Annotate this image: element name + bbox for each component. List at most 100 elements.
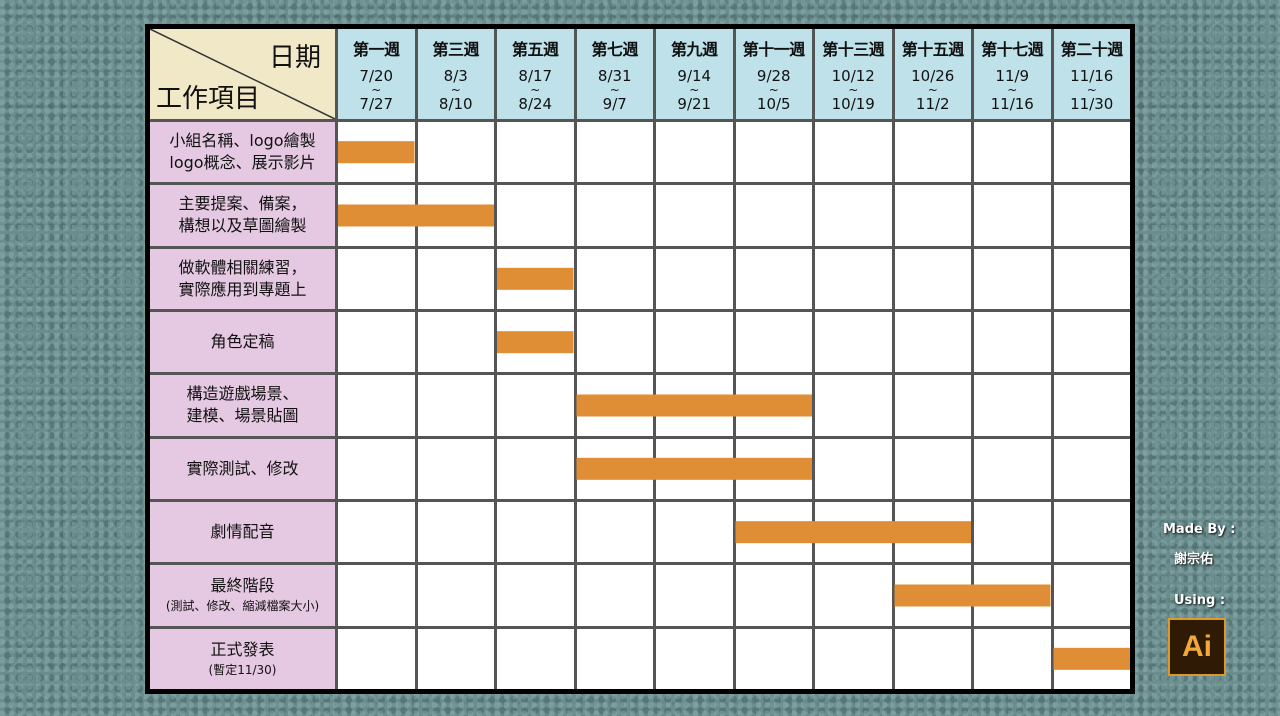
grid-cell <box>497 375 574 436</box>
author-name: 謝宗佑 <box>1174 552 1214 567</box>
task-line1: 實際測試、修改 <box>186 458 299 478</box>
grid-cell <box>1053 375 1130 436</box>
grid-cell <box>815 122 892 183</box>
grid-cell <box>974 438 1051 499</box>
grid-cell <box>1053 628 1130 689</box>
grid-cell <box>735 565 812 626</box>
grid-cell <box>815 565 892 626</box>
grid-cell <box>974 628 1051 689</box>
week-end: 7/27 <box>359 95 394 113</box>
grid-cell <box>338 248 415 309</box>
task-line2: 構想以及草圖繪製 <box>178 216 307 236</box>
task-line2: logo概念、展示影片 <box>169 153 316 173</box>
grid-cell <box>1053 438 1130 499</box>
grid-cell <box>576 185 653 246</box>
grid-cell <box>338 565 415 626</box>
grid-cell <box>974 185 1051 246</box>
grid-cell <box>1053 122 1130 183</box>
corner-header: 日期 工作項目 <box>150 29 335 119</box>
task-label: 主要提案、備案， 構想以及草圖繪製 <box>150 185 335 246</box>
grid-cell <box>417 565 494 626</box>
task-label: 小組名稱、logo繪製 logo概念、展示影片 <box>150 122 335 183</box>
grid-cell <box>338 501 415 563</box>
task-label: 角色定稿 <box>150 311 335 373</box>
task-line2: 實際應用到專題上 <box>178 279 307 299</box>
grid-cell <box>815 375 892 436</box>
week-label: 第十三週 <box>822 40 885 59</box>
grid-cell <box>1053 311 1130 373</box>
grid-cell <box>735 122 812 183</box>
week-label: 第十七週 <box>981 40 1044 59</box>
grid-cell <box>894 628 971 689</box>
grid-cell <box>894 501 971 563</box>
grid-cell <box>735 438 812 499</box>
made-by-label: Made By : <box>1163 522 1236 537</box>
grid-cell <box>656 375 733 436</box>
week-start: 9/28 <box>756 67 791 85</box>
grid-cell <box>1053 501 1130 563</box>
grid-cell <box>735 628 812 689</box>
grid-cell <box>1053 565 1130 626</box>
week-header: 第一週 7/20 ~7/27 <box>338 29 415 119</box>
week-label: 第三週 <box>432 40 479 59</box>
grid-cell <box>656 122 733 183</box>
grid-cell <box>576 248 653 309</box>
week-start: 8/31 <box>597 67 632 85</box>
illustrator-icon: Ai <box>1168 618 1226 676</box>
grid-cell <box>338 375 415 436</box>
week-start: 8/3 <box>443 67 468 85</box>
grid-cell <box>815 311 892 373</box>
grid-cell <box>894 565 971 626</box>
week-label: 第一週 <box>352 40 400 59</box>
grid-cell <box>735 248 812 309</box>
week-header: 第十七週 11/9 ~11/16 <box>974 29 1051 119</box>
grid-cell <box>338 438 415 499</box>
grid-cell <box>417 248 494 309</box>
grid-cell <box>576 628 653 689</box>
gantt-chart: 日期 工作項目 第一週 7/20 ~7/27 第三週 8/3 ~8/10 第五週 8/17 ~8… <box>145 24 1135 694</box>
grid-cell <box>894 248 971 309</box>
week-end: 8/24 <box>518 95 553 113</box>
grid-cell <box>338 122 415 183</box>
task-line1: 構造遊戲場景、 <box>186 384 299 404</box>
week-start: 10/26 <box>911 67 955 85</box>
task-label: 正式發表 (暫定11/30) <box>150 628 335 689</box>
week-label: 第七週 <box>591 40 638 59</box>
grid-cell <box>815 438 892 499</box>
grid-cell <box>417 185 494 246</box>
grid-cell <box>656 628 733 689</box>
grid-cell <box>894 438 971 499</box>
grid-cell <box>576 438 653 499</box>
task-label: 做軟體相關練習， 實際應用到專題上 <box>150 248 335 309</box>
grid-cell <box>894 185 971 246</box>
grid-cell <box>974 248 1051 309</box>
week-label: 第九週 <box>670 40 718 59</box>
grid-cell <box>656 565 733 626</box>
week-label: 第五週 <box>511 40 559 59</box>
week-header: 第三週 8/3 ~8/10 <box>417 29 494 119</box>
grid-cell <box>497 628 574 689</box>
week-label: 第二十週 <box>1060 40 1124 59</box>
grid-cell <box>576 375 653 436</box>
grid-cell <box>815 185 892 246</box>
corner-date-label: 日期 <box>268 43 321 73</box>
grid-cell <box>576 565 653 626</box>
grid-cell <box>974 565 1051 626</box>
grid-cell <box>417 501 494 563</box>
grid-cell <box>1053 248 1130 309</box>
task-line1: 最終階段 <box>210 576 275 596</box>
week-start: 8/17 <box>518 67 553 85</box>
using-label: Using : <box>1174 593 1226 608</box>
grid-cell <box>417 628 494 689</box>
task-line1: 劇情配音 <box>210 522 275 542</box>
grid-cell <box>497 565 574 626</box>
week-end: 11/30 <box>1070 95 1114 113</box>
grid-cell <box>417 375 494 436</box>
task-line2: 建模、場景貼圖 <box>186 406 299 426</box>
grid-cell <box>497 185 574 246</box>
task-label: 劇情配音 <box>150 501 335 563</box>
task-label: 構造遊戲場景、 建模、場景貼圖 <box>150 375 335 436</box>
week-end: 11/16 <box>990 95 1034 113</box>
grid-cell <box>735 501 812 563</box>
grid-cell <box>576 122 653 183</box>
